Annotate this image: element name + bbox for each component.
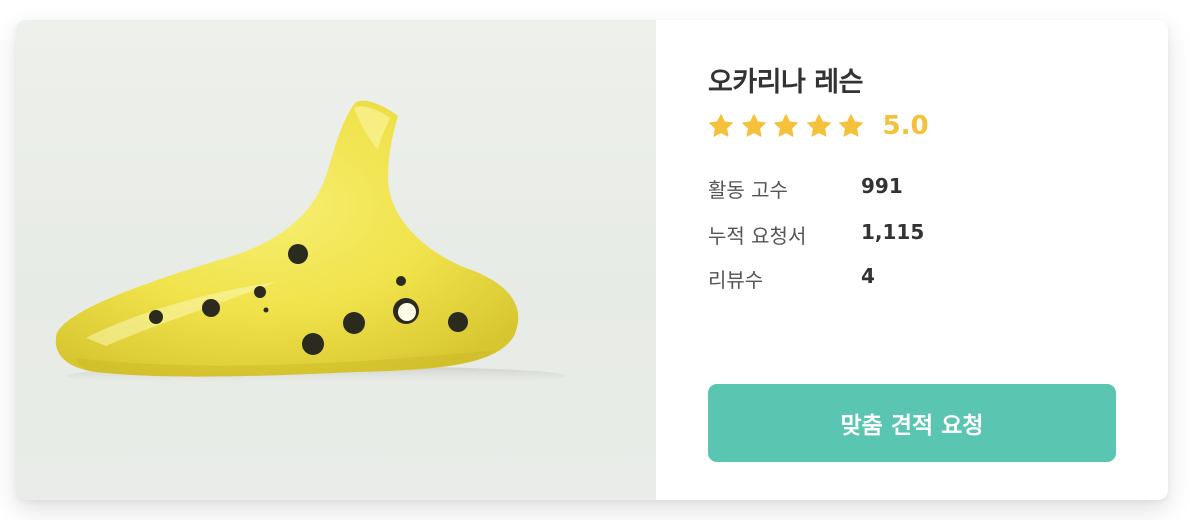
- stat-value: 1,115: [861, 220, 925, 244]
- stat-label: 활동 고수: [708, 178, 788, 202]
- stat-row-reviews: 리뷰수 4: [708, 264, 1028, 294]
- star-rating: [708, 113, 871, 139]
- star-icon: [839, 114, 863, 137]
- stat-value: 4: [861, 264, 875, 288]
- stat-label: 누적 요청서: [708, 224, 807, 248]
- star-icon: [806, 114, 831, 137]
- service-card[interactable]: 오카리나 레슨 5.0 활동 고수 991 누적 요청서 1,115 리뷰수 4…: [16, 20, 1168, 500]
- ocarina-photo: [16, 20, 656, 500]
- star-icon: [774, 114, 798, 137]
- star-icon: [741, 114, 766, 137]
- star-icon: [709, 114, 733, 137]
- request-quote-button[interactable]: 맞춤 견적 요청: [708, 384, 1116, 462]
- rating-value: 5.0: [882, 111, 929, 141]
- stat-value: 991: [861, 174, 903, 198]
- stat-label: 리뷰수: [708, 268, 764, 292]
- service-title: 오카리나 레슨: [708, 67, 863, 98]
- rating: 5.0: [708, 110, 929, 142]
- service-info: 오카리나 레슨 5.0 활동 고수 991 누적 요청서 1,115 리뷰수 4…: [656, 20, 1168, 500]
- stat-row-active-pros: 활동 고수 991: [708, 174, 1028, 204]
- stat-row-total-requests: 누적 요청서 1,115: [708, 220, 1028, 250]
